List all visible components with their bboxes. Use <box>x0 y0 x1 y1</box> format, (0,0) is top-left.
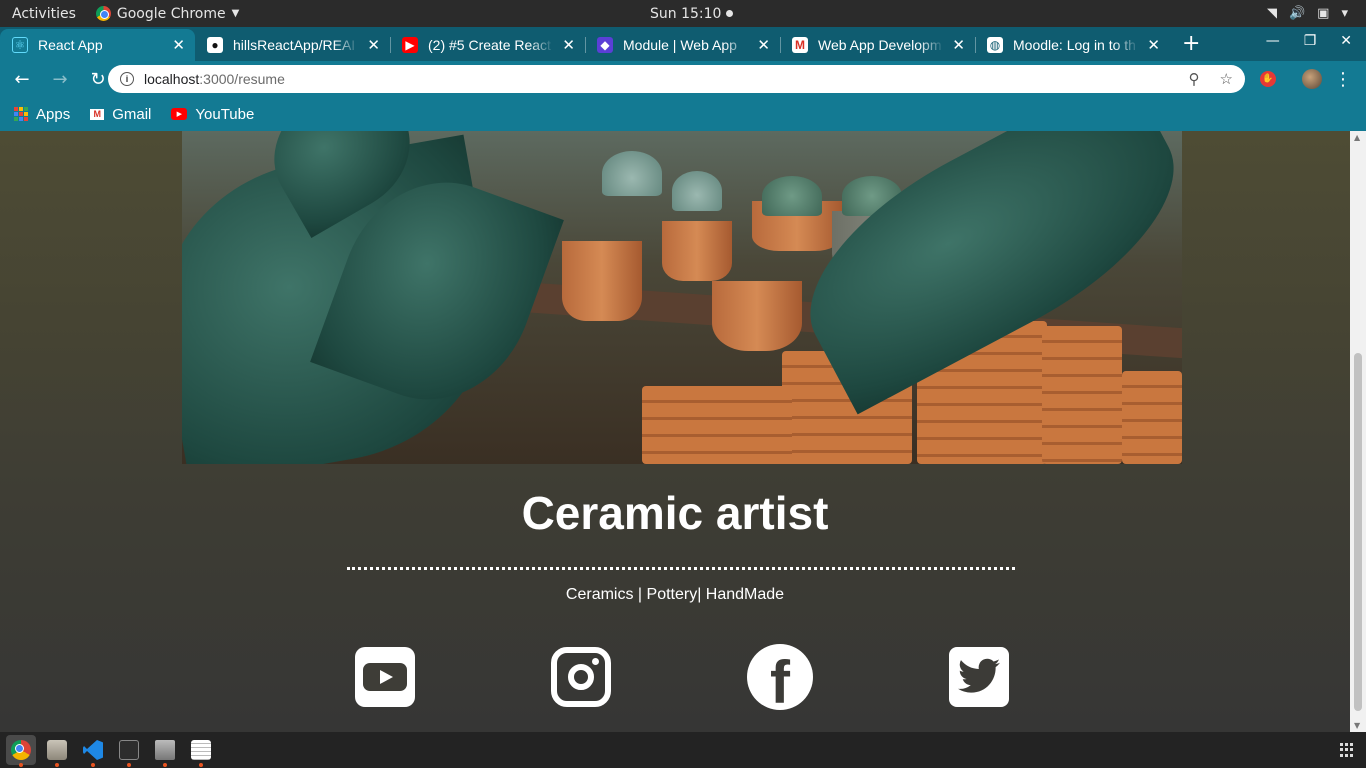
page-title: Ceramic artist <box>521 487 829 539</box>
tab-title: hillsReactApp/REAI <box>233 37 356 53</box>
volume-icon: 🔊 <box>1288 6 1306 21</box>
close-tab-icon[interactable]: ✕ <box>1147 36 1160 54</box>
show-apps-icon[interactable] <box>1340 743 1354 757</box>
youtube-icon: ▶ <box>171 108 188 120</box>
vscode-icon <box>83 740 103 760</box>
files-icon <box>47 740 67 760</box>
scroll-down-icon[interactable]: ▼ <box>1354 721 1360 730</box>
browser-toolbar: ← → ↻ i localhost:3000/resume ⚲ ☆ ✋ ⋮ <box>0 61 1366 97</box>
system-top-bar: Activities Google Chrome ▼ Sun 15:10 ◥ 🔊… <box>0 0 1366 27</box>
bookmark-label: Apps <box>36 105 71 123</box>
zoom-icon[interactable]: ⚲ <box>1189 70 1200 88</box>
tab-title: Web App Developm <box>818 37 942 53</box>
new-tab-button[interactable]: + <box>1182 31 1200 56</box>
tab-gmail[interactable]: M Web App Developm ✕ <box>780 29 975 61</box>
youtube-icon <box>363 663 407 691</box>
globe-icon: ◍ <box>987 37 1003 53</box>
instagram-link[interactable] <box>551 647 611 707</box>
scrollbar-thumb[interactable] <box>1354 353 1362 711</box>
dock-scanner[interactable] <box>150 735 180 767</box>
bookmark-label: YouTube <box>195 105 255 123</box>
hero-image <box>182 131 1182 464</box>
twitter-icon <box>958 658 1000 693</box>
bookmark-apps[interactable]: Apps <box>14 106 70 123</box>
close-tab-icon[interactable]: ✕ <box>172 36 185 54</box>
site-info-icon[interactable]: i <box>120 72 134 86</box>
tab-title: (2) #5 Create React <box>428 37 551 53</box>
dock-files[interactable] <box>42 735 72 767</box>
forward-button[interactable]: → <box>44 69 76 90</box>
tab-title: Module | Web App <box>623 37 737 53</box>
dock-text-editor[interactable] <box>186 735 216 767</box>
close-tab-icon[interactable]: ✕ <box>562 36 575 54</box>
youtube-link[interactable] <box>355 647 415 707</box>
github-icon: ● <box>207 37 223 53</box>
tab-youtube[interactable]: ▶ (2) #5 Create React ✕ <box>390 29 585 61</box>
tab-github[interactable]: ● hillsReactApp/REAI ✕ <box>195 29 390 61</box>
dock-chrome[interactable] <box>6 735 36 767</box>
module-icon: ◆ <box>597 37 613 53</box>
clock[interactable]: Sun 15:10 <box>650 5 734 22</box>
bookmark-star-icon[interactable]: ☆ <box>1220 70 1233 88</box>
apps-grid-icon <box>14 107 28 121</box>
twitter-link[interactable] <box>949 647 1009 707</box>
tab-module[interactable]: ◆ Module | Web App ✕ <box>585 29 780 61</box>
tab-strip: ⚛ React App ✕ ● hillsReactApp/REAI ✕ ▶ (… <box>0 27 1366 61</box>
terminal-icon <box>119 740 139 760</box>
youtube-icon: ▶ <box>402 37 418 53</box>
wifi-icon: ◥ <box>1266 6 1277 21</box>
dotted-divider <box>347 567 1015 570</box>
bookmark-gmail[interactable]: M Gmail <box>90 106 151 123</box>
battery-icon: ▣ <box>1317 6 1330 21</box>
close-tab-icon[interactable]: ✕ <box>952 36 965 54</box>
page-scrollbar[interactable]: ▲ ▼ <box>1350 131 1366 732</box>
text-editor-icon <box>191 740 211 760</box>
bookmark-youtube[interactable]: ▶ YouTube <box>171 106 254 123</box>
page-subtitle: Ceramics | Pottery| HandMade <box>565 586 785 603</box>
scanner-icon <box>155 740 175 760</box>
bookmarks-bar: Apps M Gmail ▶ YouTube <box>0 97 1366 131</box>
window-controls: — ❐ ✕ <box>1266 33 1352 49</box>
scroll-up-icon[interactable]: ▲ <box>1354 133 1360 142</box>
dock-terminal[interactable] <box>114 735 144 767</box>
instagram-icon <box>568 664 594 690</box>
maximize-icon[interactable]: ❐ <box>1304 33 1317 49</box>
notification-dot-icon <box>726 10 734 17</box>
minimize-icon[interactable]: — <box>1266 33 1280 49</box>
menu-kebab-icon[interactable]: ⋮ <box>1334 69 1352 90</box>
tab-title: React App <box>38 37 103 53</box>
close-tab-icon[interactable]: ✕ <box>367 36 380 54</box>
chrome-icon <box>11 740 31 760</box>
system-tray[interactable]: ◥ 🔊 ▣ ▾ <box>1267 6 1348 21</box>
extension-icon[interactable]: ✋ <box>1260 71 1276 87</box>
clock-label: Sun 15:10 <box>650 5 722 22</box>
gmail-icon: M <box>792 37 808 53</box>
caret-down-icon: ▼ <box>231 8 240 19</box>
app-menu[interactable]: Google Chrome ▼ <box>95 5 240 22</box>
address-bar-actions: ⚲ ☆ <box>1189 70 1233 88</box>
profile-avatar[interactable] <box>1302 69 1322 89</box>
url-host: localhost <box>144 71 200 87</box>
tab-moodle[interactable]: ◍ Moodle: Log in to th ✕ <box>975 29 1170 61</box>
chrome-icon <box>95 6 111 21</box>
url-path: :3000/resume <box>199 71 285 87</box>
facebook-icon: f <box>770 649 790 711</box>
back-button[interactable]: ← <box>6 69 38 90</box>
tab-react-app[interactable]: ⚛ React App ✕ <box>0 29 195 61</box>
close-window-icon[interactable]: ✕ <box>1340 33 1352 49</box>
page-viewport: Ceramic artist Ceramics | Pottery| HandM… <box>0 131 1350 732</box>
react-icon: ⚛ <box>12 37 28 53</box>
app-menu-label: Google Chrome <box>116 5 226 22</box>
address-bar[interactable]: i localhost:3000/resume ⚲ ☆ <box>108 65 1245 93</box>
taskbar <box>0 732 1366 768</box>
caret-down-icon: ▾ <box>1341 6 1348 21</box>
facebook-link[interactable]: f <box>747 644 813 710</box>
gmail-icon: M <box>90 108 105 120</box>
close-tab-icon[interactable]: ✕ <box>757 36 770 54</box>
tab-title: Moodle: Log in to th <box>1013 37 1136 53</box>
bookmark-label: Gmail <box>112 105 152 123</box>
dock-vscode[interactable] <box>78 735 108 767</box>
activities-button[interactable]: Activities <box>12 6 76 22</box>
